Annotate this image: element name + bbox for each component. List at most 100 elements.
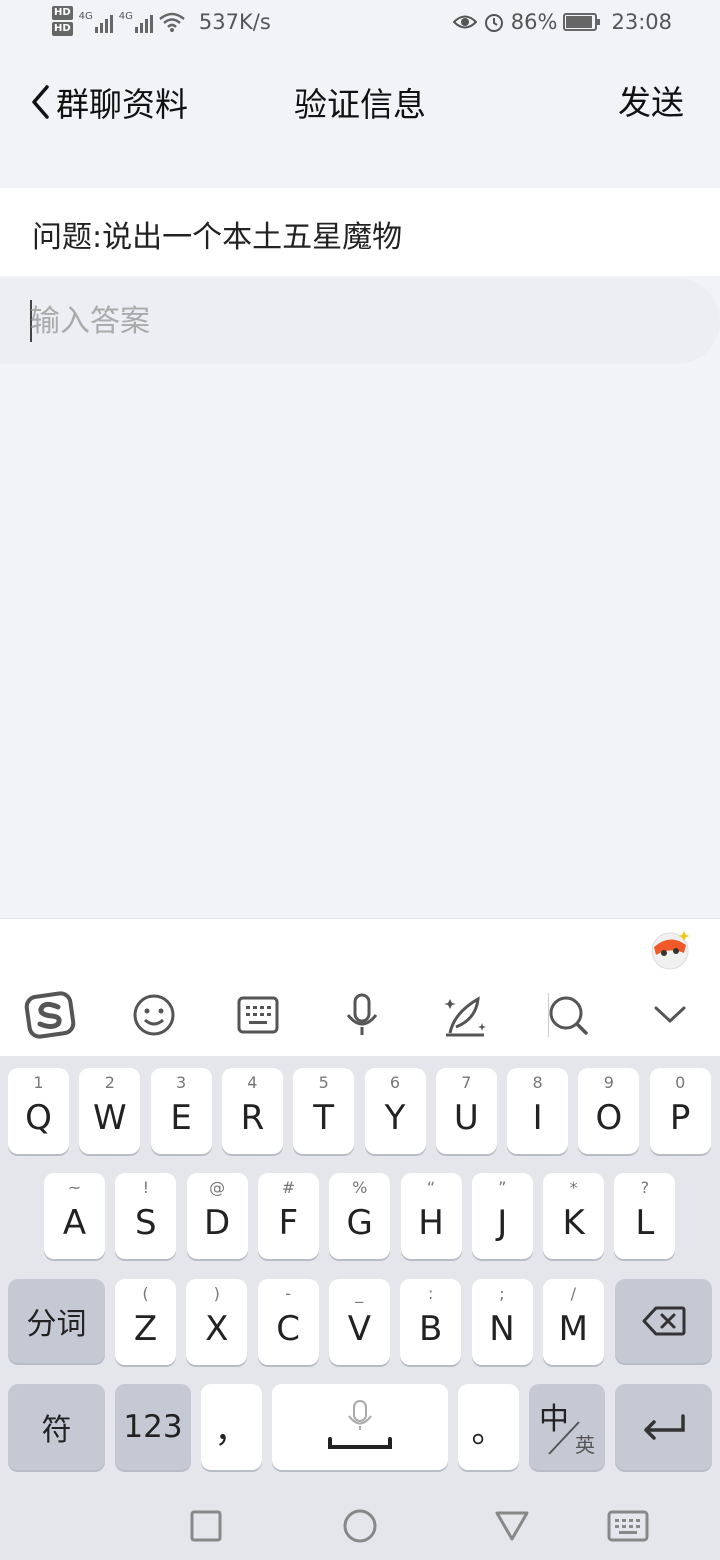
key-b-secondary: :: [427, 1284, 434, 1303]
answer-field-container: [0, 278, 720, 364]
numbers-key[interactable]: 123: [115, 1384, 191, 1470]
key-h-secondary: “: [426, 1178, 436, 1197]
keyboard: 1Q2W3E4R5T6Y7U8I9O0P ~ A! S @ D # F% G “H” J * K? L …: [0, 1056, 720, 1560]
clock-time: 23:08: [611, 10, 672, 34]
comma-key[interactable]: ，: [201, 1384, 262, 1470]
key-d-label: D: [204, 1203, 231, 1243]
key-l[interactable]: ? L: [614, 1173, 676, 1259]
key-w[interactable]: 2W: [79, 1068, 141, 1154]
status-bar: HD HD 4G 4G 537K/s 86% 23:08: [0, 0, 720, 50]
key-p-label: P: [669, 1098, 691, 1138]
home-icon[interactable]: [338, 1504, 382, 1548]
handwriting-icon[interactable]: [436, 985, 496, 1045]
space-key[interactable]: [272, 1384, 448, 1470]
key-m-label: M: [558, 1309, 588, 1349]
key-c-label: C: [276, 1309, 300, 1349]
key-a[interactable]: ~ A: [44, 1173, 105, 1259]
enter-icon: [643, 1414, 685, 1440]
language-switch-key[interactable]: 中 英: [529, 1384, 605, 1470]
key-y[interactable]: 6Y: [364, 1068, 426, 1154]
key-x-secondary: ): [213, 1284, 220, 1303]
key-k[interactable]: * K: [543, 1173, 605, 1259]
back-nav-icon[interactable]: [490, 1504, 534, 1548]
backspace-key[interactable]: [615, 1279, 712, 1363]
keyboard-icon[interactable]: [228, 985, 288, 1045]
key-m-secondary: /: [570, 1284, 576, 1303]
key-v-label: V: [347, 1309, 372, 1349]
symbol-key[interactable]: 符: [8, 1384, 105, 1470]
key-z-label: Z: [133, 1309, 158, 1349]
period-key[interactable]: 。: [458, 1384, 519, 1470]
send-button[interactable]: 发送: [618, 76, 684, 124]
key-r-label: R: [240, 1098, 265, 1138]
key-j[interactable]: ” J: [471, 1173, 533, 1259]
key-x[interactable]: ) X: [186, 1279, 248, 1365]
key-x-label: X: [205, 1309, 229, 1349]
collapse-icon[interactable]: [640, 985, 700, 1045]
key-o-secondary: 9: [603, 1073, 614, 1092]
network-speed: 537K/s: [198, 10, 271, 34]
key-i-secondary: 8: [532, 1073, 543, 1092]
key-a-label: A: [62, 1203, 87, 1243]
key-r[interactable]: 4R: [221, 1068, 283, 1154]
key-f-secondary: #: [281, 1178, 296, 1197]
comma-key-label: ，: [214, 1410, 249, 1451]
network1-label: 4G: [78, 11, 93, 22]
key-v[interactable]: _ V: [328, 1279, 390, 1365]
key-d[interactable]: @ D: [186, 1173, 248, 1259]
symbol-key-label: 符: [41, 1413, 72, 1448]
key-y-label: Y: [384, 1098, 406, 1138]
key-w-label: W: [92, 1098, 127, 1138]
alarm-icon: [484, 14, 503, 32]
emoji-icon[interactable]: [124, 985, 184, 1045]
key-f[interactable]: # F: [257, 1173, 319, 1259]
key-q[interactable]: 1Q: [8, 1068, 69, 1154]
key-r-secondary: 4: [247, 1073, 258, 1092]
key-u[interactable]: 7U: [435, 1068, 497, 1154]
answer-input[interactable]: [30, 292, 670, 350]
key-k-secondary: *: [569, 1178, 578, 1197]
signal1-icon: 4G: [79, 11, 113, 33]
key-m[interactable]: / M: [542, 1279, 604, 1365]
network2-label: 4G: [118, 11, 133, 22]
key-b[interactable]: :B: [400, 1279, 462, 1365]
key-q-label: Q: [25, 1098, 52, 1138]
key-t[interactable]: 5T: [293, 1068, 355, 1154]
key-c[interactable]: -C: [257, 1279, 319, 1365]
key-p-secondary: 0: [675, 1073, 686, 1092]
key-t-label: T: [313, 1098, 335, 1138]
key-h-label: H: [418, 1203, 444, 1243]
key-p[interactable]: 0P: [649, 1068, 711, 1154]
mascot-icon[interactable]: [648, 927, 692, 971]
segment-key[interactable]: 分词: [8, 1279, 105, 1363]
key-s[interactable]: ! S: [115, 1173, 177, 1259]
key-q-secondary: 1: [33, 1073, 44, 1092]
sogou-logo-icon[interactable]: [20, 985, 80, 1045]
key-e-secondary: 3: [176, 1073, 187, 1092]
key-g-label: G: [346, 1203, 373, 1243]
microphone-icon[interactable]: [332, 985, 392, 1045]
recent-apps-icon[interactable]: [184, 1504, 228, 1548]
signal2-icon: 4G: [119, 11, 153, 33]
space-mic-icon: [328, 1400, 392, 1449]
key-g[interactable]: % G: [329, 1173, 391, 1259]
key-v-secondary: _: [355, 1284, 364, 1303]
numbers-key-label: 123: [123, 1409, 183, 1445]
key-k-label: K: [562, 1203, 585, 1243]
key-z[interactable]: (Z: [115, 1279, 176, 1365]
period-key-label: 。: [471, 1410, 506, 1451]
key-l-secondary: ?: [640, 1178, 650, 1197]
key-h[interactable]: “H: [400, 1173, 462, 1259]
key-i[interactable]: 8I: [507, 1068, 569, 1154]
key-o[interactable]: 9O: [578, 1068, 640, 1154]
keyboard-toggle-icon[interactable]: [606, 1504, 650, 1548]
wifi-icon: [159, 12, 185, 32]
search-icon[interactable]: [538, 985, 598, 1045]
key-d-secondary: @: [209, 1178, 226, 1197]
key-c-secondary: -: [285, 1284, 291, 1303]
key-n[interactable]: ; N: [471, 1279, 533, 1365]
battery-icon: [563, 13, 601, 31]
key-e[interactable]: 3E: [150, 1068, 212, 1154]
enter-key[interactable]: [615, 1384, 712, 1470]
key-f-label: F: [278, 1203, 299, 1243]
